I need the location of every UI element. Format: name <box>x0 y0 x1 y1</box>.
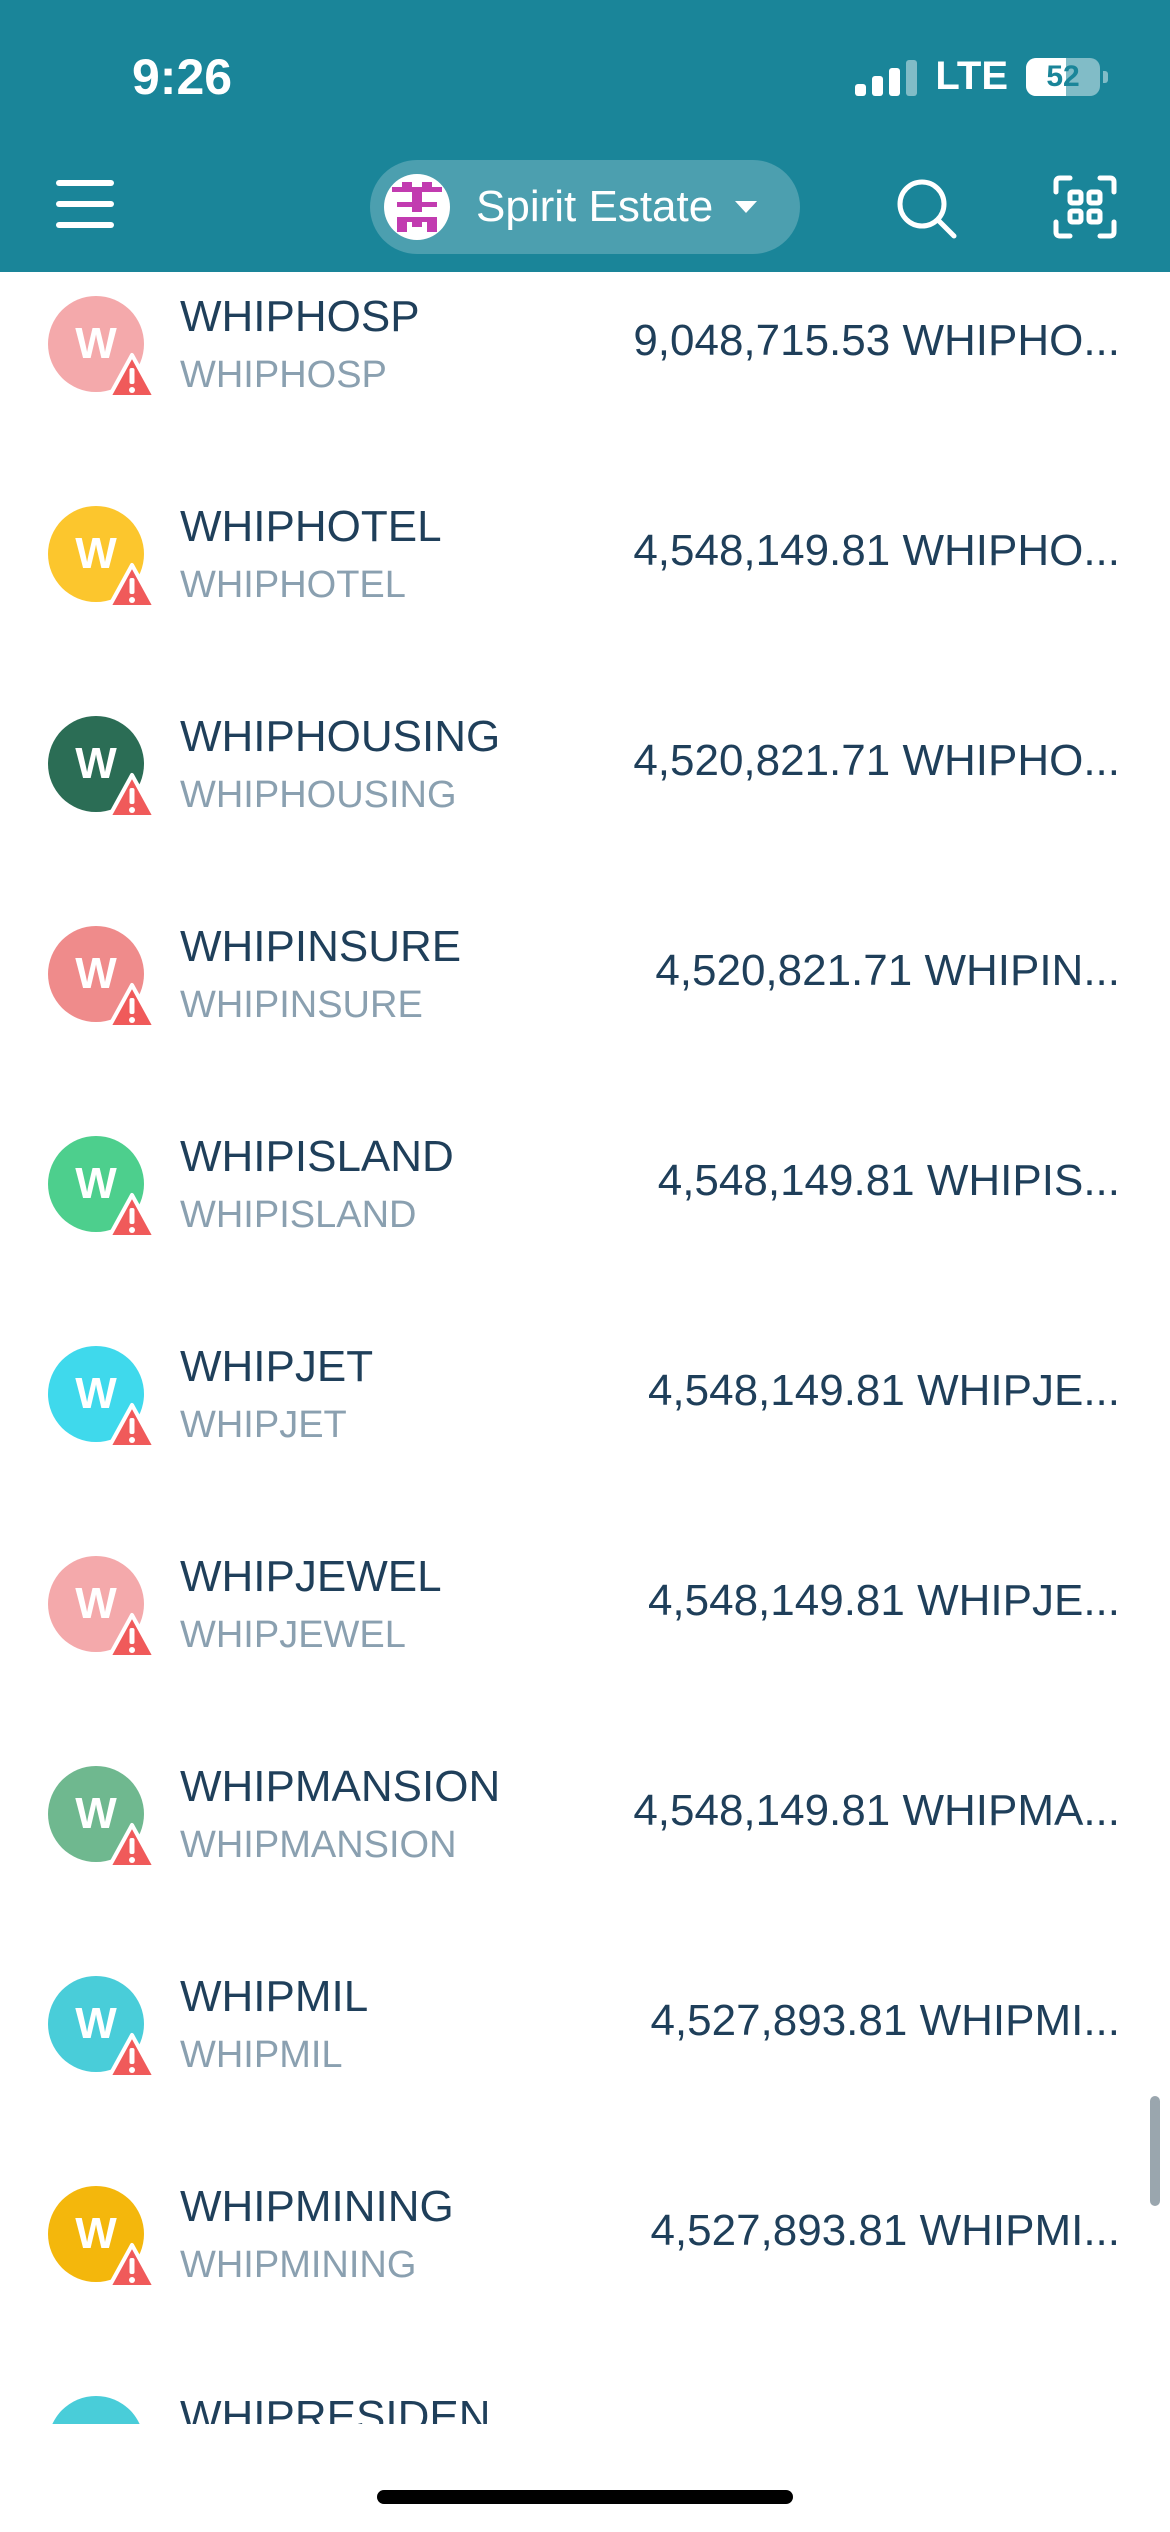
home-indicator[interactable] <box>377 2490 793 2504</box>
network-type: LTE <box>935 54 1008 98</box>
token-row[interactable]: W WHIPHOSP WHIPHOSP 9,048,715.53 WHIPHO... <box>0 272 1170 454</box>
warning-icon <box>106 1822 158 1870</box>
token-row[interactable]: W WHIPJET WHIPJET 4,548,149.81 WHIPJE... <box>0 1304 1170 1504</box>
token-name: WHIPMINING <box>180 2244 417 2286</box>
warning-icon <box>106 1192 158 1240</box>
battery-icon: 52 <box>1026 57 1108 96</box>
token-row[interactable]: W WHIPMINING WHIPMINING 4,527,893.81 WHIPMI… <box>0 2144 1170 2344</box>
token-name: WHIPHOUSING <box>180 774 457 816</box>
warning-icon <box>106 2032 158 2080</box>
token-row[interactable]: W WHIPJEWEL WHIPJEWEL 4,548,149.81 WHIPJE..… <box>0 1514 1170 1714</box>
token-name: WHIPJET <box>180 1404 347 1446</box>
token-symbol: WHIPHOUSING <box>180 712 501 761</box>
warning-icon <box>106 1612 158 1660</box>
token-balance: 4,548,149.81 WHIPHO... <box>633 526 1120 575</box>
chevron-down-icon <box>735 201 758 213</box>
token-balance: 4,548,149.81 WHIPMA... <box>633 1786 1120 1835</box>
token-balance: 4,527,893.81 WHIPMI... <box>650 2206 1120 2255</box>
token-balance: 4,520,821.71 WHIPHO... <box>633 736 1120 785</box>
token-name: WHIPISLAND <box>180 1194 417 1236</box>
token-name: WHIPMIL <box>180 2034 343 2076</box>
token-symbol: WHIPISLAND <box>180 1132 454 1181</box>
token-list: W WHIPHOSP WHIPHOSP 9,048,715.53 WHIPHO... W… <box>0 272 1170 2424</box>
bottom-area <box>0 2424 1170 2532</box>
warning-icon <box>106 2242 158 2290</box>
token-symbol: WHIPRESIDEN <box>180 2392 491 2424</box>
cellular-signal-icon <box>855 58 918 96</box>
token-name: WHIPINSURE <box>180 984 423 1026</box>
qr-scan-icon[interactable] <box>1052 174 1118 240</box>
token-balance: 4,520,821.71 WHIPIN... <box>655 946 1120 995</box>
token-symbol: WHIPMIL <box>180 1972 369 2021</box>
token-balance: 9,048,715.53 WHIPHO... <box>633 316 1120 365</box>
warning-icon <box>106 982 158 1030</box>
app-header: 9:26 LTE 52 Spirit Estate <box>0 0 1170 272</box>
token-row[interactable]: W WHIPMANSION WHIPMANSION 4,548,149.81 WHIP… <box>0 1724 1170 1924</box>
token-row[interactable]: W WHIPINSURE WHIPINSURE 4,520,821.71 WHIPIN… <box>0 884 1170 1084</box>
warning-icon <box>106 562 158 610</box>
token-balance: 4,548,149.81 WHIPIS... <box>657 1156 1120 1205</box>
token-name: WHIPHOSP <box>180 354 387 396</box>
scrollbar[interactable] <box>1150 2096 1160 2206</box>
account-name: Spirit Estate <box>476 182 714 231</box>
token-name: WHIPJEWEL <box>180 1614 406 1656</box>
token-row[interactable]: W WHIPMIL WHIPMIL 4,527,893.81 WHIPMI... <box>0 1934 1170 2134</box>
token-icon <box>48 2396 144 2424</box>
account-identicon <box>384 174 450 240</box>
token-symbol: WHIPJET <box>180 1342 374 1391</box>
status-indicators: LTE 52 <box>855 54 1108 99</box>
warning-icon <box>106 1402 158 1450</box>
token-symbol: WHIPJEWEL <box>180 1552 442 1601</box>
token-name: WHIPMANSION <box>180 1824 457 1866</box>
token-symbol: WHIPHOTEL <box>180 502 442 551</box>
token-row[interactable]: WHIPRESIDEN <box>0 2354 1170 2424</box>
token-balance: 4,548,149.81 WHIPJE... <box>647 1366 1120 1415</box>
token-row[interactable]: W WHIPHOTEL WHIPHOTEL 4,548,149.81 WHIPHO..… <box>0 464 1170 664</box>
token-row[interactable]: W WHIPHOUSING WHIPHOUSING 4,520,821.71 WHIP… <box>0 674 1170 874</box>
status-time: 9:26 <box>132 49 233 105</box>
token-balance: 4,527,893.81 WHIPMI... <box>650 1996 1120 2045</box>
search-icon[interactable] <box>892 174 962 244</box>
token-symbol: WHIPHOSP <box>180 292 420 341</box>
hamburger-menu-icon[interactable] <box>56 180 114 228</box>
battery-level: 52 <box>1046 59 1080 93</box>
token-symbol: WHIPMINING <box>180 2182 454 2231</box>
token-symbol: WHIPINSURE <box>180 922 462 971</box>
warning-icon <box>106 352 158 400</box>
token-balance: 4,548,149.81 WHIPJE... <box>647 1576 1120 1625</box>
token-row[interactable]: W WHIPISLAND WHIPISLAND 4,548,149.81 WHIPIS… <box>0 1094 1170 1294</box>
token-symbol: WHIPMANSION <box>180 1762 501 1811</box>
warning-icon <box>106 772 158 820</box>
token-name: WHIPHOTEL <box>180 564 406 606</box>
account-selector[interactable]: Spirit Estate <box>370 160 800 254</box>
